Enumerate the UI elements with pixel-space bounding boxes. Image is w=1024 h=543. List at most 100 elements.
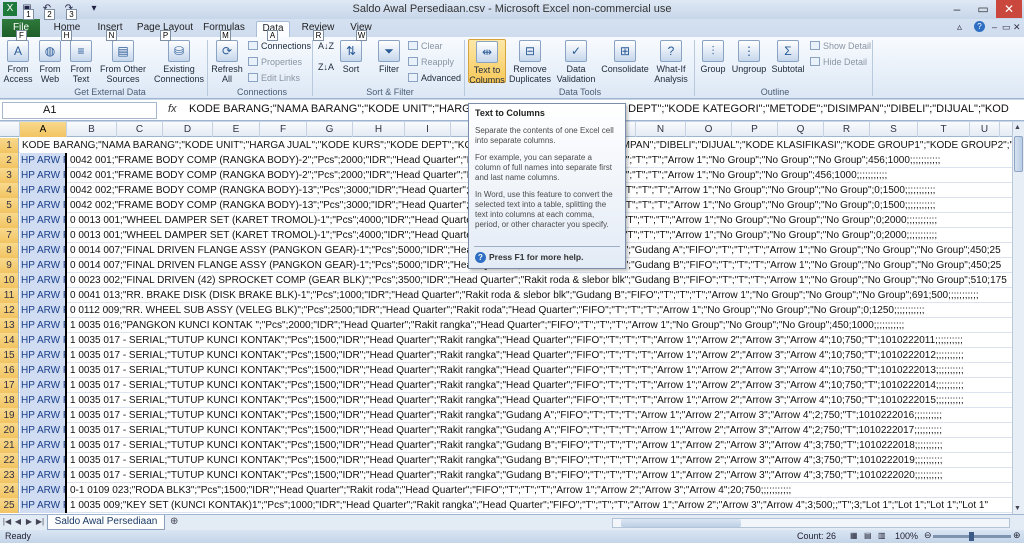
cell-column-a[interactable]: HP ARW FR [20, 468, 67, 483]
cell-column-a[interactable]: HP ARW FR [20, 303, 67, 318]
row-header[interactable]: 21 [0, 438, 19, 453]
window-close-icon[interactable]: ✕ [1013, 22, 1021, 33]
cell-overflow-text[interactable]: 1 0035 017 - SERIAL;"TUTUP KUNCI KONTAK"… [68, 408, 942, 423]
cell-column-a[interactable]: HP ARW FR [20, 318, 67, 333]
connections-button[interactable]: Connections [248, 40, 311, 52]
cell-column-a[interactable]: HP ARW FR [20, 333, 67, 348]
cell-column-a[interactable]: HP ARW FR [20, 243, 67, 258]
column-header-o[interactable]: O [686, 122, 732, 137]
hide-detail-button[interactable]: Hide Detail [810, 56, 867, 68]
cell-column-a[interactable]: HP ARW FR [20, 438, 67, 453]
row-header[interactable]: 20 [0, 423, 19, 438]
sort-descending-button[interactable]: Z↓A [318, 61, 334, 73]
properties-button[interactable]: Properties [248, 56, 302, 68]
row-header[interactable]: 1 [0, 138, 19, 153]
cell-column-a[interactable]: HP ARW FR [20, 228, 67, 243]
help-icon[interactable]: ? [974, 21, 985, 32]
row-header[interactable]: 11 [0, 288, 19, 303]
column-header-b[interactable]: B [67, 122, 117, 137]
page-break-view-icon[interactable]: ▥ [878, 531, 886, 540]
zoom-out-icon[interactable]: ⊖ [924, 530, 932, 541]
scroll-down-icon[interactable]: ▼ [1014, 505, 1021, 512]
row-header[interactable]: 10 [0, 273, 19, 288]
from-other-sources-button[interactable]: ▤ From Other Sources [97, 40, 149, 84]
what-if-analysis-button[interactable]: ? What-If Analysis [652, 40, 690, 84]
cell-column-a[interactable]: HP ARW FR [20, 423, 67, 438]
row-header[interactable]: 25 [0, 498, 19, 513]
from-text-button[interactable]: ≡ From Text [66, 40, 96, 84]
column-header-n[interactable]: N [636, 122, 686, 137]
cell-overflow-text[interactable]: 1 0035 017 - SERIAL;"TUTUP KUNCI KONTAK"… [68, 453, 943, 468]
row-header[interactable]: 3 [0, 168, 19, 183]
remove-duplicates-button[interactable]: ⊟ Remove Duplicates [509, 40, 551, 84]
select-all-corner[interactable] [0, 122, 20, 137]
row-header[interactable]: 24 [0, 483, 19, 498]
reapply-button[interactable]: Reapply [408, 56, 454, 68]
cell-column-a[interactable]: HP ARW FR [20, 393, 67, 408]
column-header-r[interactable]: R [824, 122, 870, 137]
column-header-c[interactable]: C [117, 122, 163, 137]
cell-overflow-text[interactable]: 1 0035 017 - SERIAL;"TUTUP KUNCI KONTAK"… [68, 393, 964, 408]
insert-function-icon[interactable]: fx [168, 103, 177, 115]
zoom-slider[interactable] [933, 532, 1011, 541]
cell-overflow-text[interactable]: 0 0023 002;"FINAL DRIVEN (42) SPROCKET C… [68, 273, 1007, 288]
page-layout-view-icon[interactable]: ▤ [864, 531, 872, 540]
vertical-scroll-thumb[interactable] [1014, 136, 1023, 172]
maximize-button[interactable]: ▭ [970, 0, 996, 18]
cell-column-a[interactable]: HP ARW FR [20, 198, 67, 213]
window-minimize-icon[interactable]: – [992, 22, 997, 32]
row-header[interactable]: 16 [0, 363, 19, 378]
row-header[interactable]: 13 [0, 318, 19, 333]
column-header-h[interactable]: H [353, 122, 405, 137]
cell-overflow-text[interactable]: 1 0035 017 - SERIAL;"TUTUP KUNCI KONTAK"… [68, 363, 964, 378]
close-button[interactable]: ✕ [996, 0, 1022, 18]
row-header[interactable]: 4 [0, 183, 19, 198]
zoom-in-icon[interactable]: ⊕ [1013, 530, 1021, 541]
column-header-f[interactable]: F [260, 122, 307, 137]
existing-connections-button[interactable]: ⛁ Existing Connections [153, 40, 205, 84]
cell-column-a[interactable]: HP ARW FR [20, 408, 67, 423]
cell-column-a[interactable]: HP ARW FR [20, 348, 67, 363]
row-header[interactable]: 2 [0, 153, 19, 168]
column-header-t[interactable]: T [918, 122, 970, 137]
column-header-g[interactable]: G [307, 122, 353, 137]
horizontal-scroll-thumb[interactable] [621, 519, 741, 527]
cell-overflow-text[interactable]: 1 0035 017 - SERIAL;"TUTUP KUNCI KONTAK"… [68, 468, 943, 483]
column-header-s[interactable]: S [870, 122, 918, 137]
cell-overflow-text[interactable]: 1 0035 017 - SERIAL;"TUTUP KUNCI KONTAK"… [68, 423, 942, 438]
cell-overflow-text[interactable]: 1 0035 009;"KEY SET (KUNCI KONTAK)1";"Pc… [68, 498, 988, 513]
row-header[interactable]: 14 [0, 333, 19, 348]
advanced-button[interactable]: Advanced [408, 72, 461, 84]
row-header[interactable]: 8 [0, 243, 19, 258]
cell-overflow-text[interactable]: 0 0041 013;"RR. BRAKE DISK (DISK BRAKE B… [68, 288, 979, 303]
row-header[interactable]: 7 [0, 228, 19, 243]
sort-button[interactable]: ⇅ Sort [338, 40, 364, 74]
cell-overflow-text[interactable]: 1 0035 017 - SERIAL;"TUTUP KUNCI KONTAK"… [68, 348, 964, 363]
insert-sheet-icon[interactable]: ⊕ [170, 516, 178, 527]
next-sheet-icon[interactable]: ▶ [24, 517, 34, 526]
name-box[interactable]: A1 [2, 102, 157, 119]
cell-overflow-text[interactable]: 0-1 0109 023;"RODA BLK3";"Pcs";1500;"IDR… [68, 483, 791, 498]
cell-column-a[interactable]: HP ARW FR [20, 483, 67, 498]
ungroup-button[interactable]: ⋮ Ungroup [730, 40, 768, 74]
column-header-p[interactable]: P [732, 122, 778, 137]
collapse-ribbon-icon[interactable]: ▵ [957, 22, 962, 33]
row-header[interactable]: 9 [0, 258, 19, 273]
refresh-all-button[interactable]: ⟳ Refresh All [210, 40, 244, 84]
cell-column-a[interactable]: HP ARW FR [20, 183, 67, 198]
prev-sheet-icon[interactable]: ◀ [13, 517, 23, 526]
scroll-up-icon[interactable]: ▲ [1014, 124, 1021, 131]
clear-button[interactable]: Clear [408, 40, 443, 52]
row-header[interactable]: 18 [0, 393, 19, 408]
cell-column-a[interactable]: HP ARW FR [20, 153, 67, 168]
edit-links-button[interactable]: Edit Links [248, 72, 300, 84]
column-header-u[interactable]: U [970, 122, 1000, 137]
cell-overflow-text[interactable]: 1 0035 017 - SERIAL;"TUTUP KUNCI KONTAK"… [68, 438, 943, 453]
cell-column-a[interactable]: HP ARW FR [20, 258, 67, 273]
row-header[interactable]: 5 [0, 198, 19, 213]
show-detail-button[interactable]: Show Detail [810, 40, 871, 52]
row-header[interactable]: 15 [0, 348, 19, 363]
row-header[interactable]: 23 [0, 468, 19, 483]
vertical-scrollbar[interactable]: ▲ ▼ [1012, 122, 1024, 514]
text-to-columns-button[interactable]: ⇹ Text to Columns [468, 39, 506, 85]
